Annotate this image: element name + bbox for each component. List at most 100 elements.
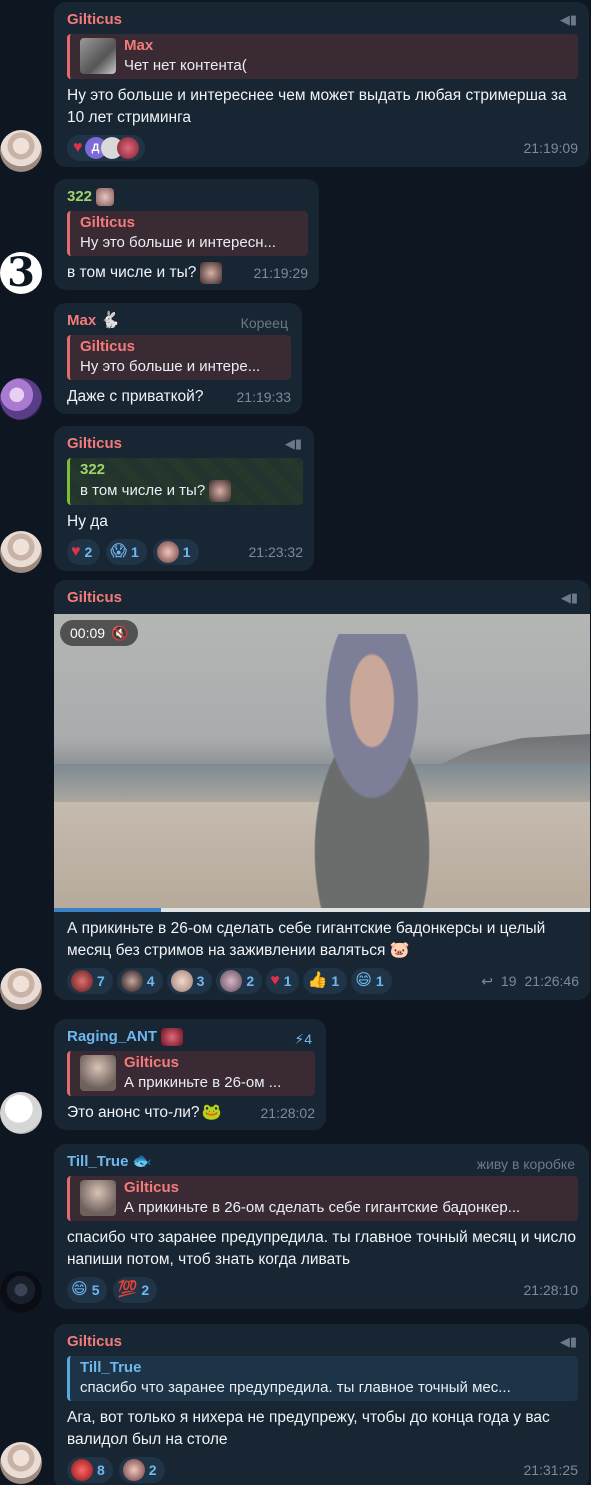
message-bubble[interactable]: Gilticus ◀▮ 00:09 🔇 А прикиньте в 26-ом с… bbox=[54, 580, 590, 1000]
message-text: Это анонс что-ли? bbox=[67, 1104, 200, 1121]
reaction-custom[interactable]: 3 bbox=[166, 968, 213, 994]
reaction-custom[interactable]: 7 bbox=[67, 968, 113, 994]
reaction-grin[interactable]: 😄 1 bbox=[351, 968, 392, 994]
sender-name[interactable]: Raging_ANT bbox=[67, 1027, 315, 1047]
reply-quote[interactable]: Gilticus Ну это больше и интересн... bbox=[67, 211, 308, 256]
message-row: Gilticus ◀▮ 00:09 🔇 А прикиньте в 26-ом с… bbox=[0, 580, 591, 1010]
megaphone-icon: ◀▮ bbox=[560, 590, 578, 605]
reaction-heart[interactable]: ♥ 2 bbox=[67, 539, 101, 565]
pepe-emoji-icon: 🐸 bbox=[201, 1104, 222, 1121]
user-avatar bbox=[116, 137, 139, 159]
boost-badge: ⚡4 bbox=[294, 1031, 312, 1047]
message-time: 21:28:02 bbox=[260, 1105, 316, 1121]
message-time: 21:19:09 bbox=[523, 140, 579, 156]
reaction-grin[interactable]: 😄 5 bbox=[67, 1277, 108, 1303]
avatar[interactable] bbox=[0, 1442, 42, 1484]
lightning-icon: ⚡ bbox=[294, 1031, 305, 1047]
megaphone-icon: ◀▮ bbox=[284, 436, 302, 451]
reply-thumbnail bbox=[80, 38, 116, 74]
avatar[interactable] bbox=[0, 968, 42, 1010]
reply-text: А прикиньте в 26-ом сделать себе гигантс… bbox=[124, 1199, 521, 1216]
reply-sender: Gilticus bbox=[80, 214, 136, 231]
message-bubble[interactable]: Till_True 🐟 живу в коробке Gilticus А при… bbox=[54, 1144, 589, 1309]
message-row: Till_True 🐟 живу в коробке Gilticus А при… bbox=[0, 1144, 591, 1314]
reply-text: Ну это больше и интере... bbox=[80, 358, 261, 375]
sender-name[interactable]: 322 bbox=[67, 187, 308, 207]
reaction-custom[interactable]: 2 bbox=[118, 1457, 165, 1483]
avatar[interactable] bbox=[0, 1092, 42, 1134]
message-time: 21:26:46 bbox=[524, 973, 580, 989]
emoji-status-icon bbox=[96, 188, 115, 206]
reaction-thumbs-up[interactable]: 👍 1 bbox=[303, 968, 348, 994]
message-row: Max 🐇 Кореец Gilticus Ну это больше и инт… bbox=[0, 302, 591, 420]
message-text: Ну да bbox=[67, 513, 108, 530]
sender-name[interactable]: Gilticus bbox=[67, 1332, 578, 1352]
message-bubble[interactable]: 322 Gilticus Ну это больше и интересн...… bbox=[54, 179, 319, 290]
reply-text: Чет нет контента( bbox=[124, 57, 247, 74]
megaphone-icon: ◀▮ bbox=[559, 1334, 577, 1349]
reaction-heart[interactable]: ♥ 1 bbox=[266, 968, 300, 994]
message-bubble[interactable]: Max 🐇 Кореец Gilticus Ну это больше и инт… bbox=[54, 303, 302, 414]
video-progress[interactable] bbox=[54, 908, 590, 912]
message-row: Gilticus ◀▮ 322 в том числе и ты? Ну да … bbox=[0, 425, 591, 575]
pig-emoji-icon: 🐷 bbox=[389, 942, 410, 959]
message-time: 21:19:33 bbox=[236, 389, 292, 405]
reaction-custom[interactable]: 4 bbox=[116, 968, 163, 994]
sender-name[interactable]: Gilticus bbox=[67, 10, 578, 30]
reply-quote[interactable]: Max Чет нет контента( bbox=[67, 34, 578, 79]
reaction-scream[interactable]: 😱 1 bbox=[106, 539, 147, 565]
reply-text: в том числе и ты? bbox=[80, 482, 206, 499]
message-row: Gilticus ◀▮ Till_True спасибо что заране… bbox=[0, 1324, 591, 1485]
reply-sender: 322 bbox=[80, 461, 106, 478]
reply-quote[interactable]: Gilticus А прикиньте в 26-ом ... bbox=[67, 1051, 315, 1096]
message-bubble[interactable]: Gilticus ◀▮ 322 в том числе и ты? Ну да … bbox=[54, 426, 314, 571]
message-row: Gilticus ◀▮ Max Чет нет контента( Ну это… bbox=[0, 0, 591, 174]
video-duration-badge[interactable]: 00:09 🔇 bbox=[60, 620, 139, 646]
message-time: 21:23:32 bbox=[248, 544, 304, 560]
reply-sender: Max bbox=[124, 37, 154, 54]
reply-quote[interactable]: 322 в том числе и ты? bbox=[67, 458, 303, 505]
message-text: А прикиньте в 26-ом сделать себе гигантс… bbox=[67, 920, 546, 959]
video-frame bbox=[272, 634, 472, 912]
avatar[interactable] bbox=[0, 378, 42, 420]
message-bubble[interactable]: Gilticus ◀▮ Till_True спасибо что заране… bbox=[54, 1324, 589, 1485]
sender-name[interactable]: Gilticus bbox=[67, 588, 579, 608]
admin-title: живу в коробке bbox=[476, 1156, 575, 1172]
avatar[interactable]: 3 bbox=[0, 252, 42, 294]
reaction-custom[interactable]: 2 bbox=[216, 968, 263, 994]
megaphone-icon: ◀▮ bbox=[559, 12, 577, 27]
message-time: 21:31:25 bbox=[523, 1462, 579, 1478]
message-text: спасибо что заранее предупредила. ты гла… bbox=[67, 1229, 577, 1268]
reaction-100[interactable]: 💯 2 bbox=[113, 1277, 158, 1303]
heart-icon: ♥ bbox=[73, 139, 83, 156]
message-text: Ага, вот только я нихера не предупрежу, … bbox=[67, 1409, 550, 1448]
avatar[interactable] bbox=[0, 130, 42, 172]
avatar[interactable] bbox=[0, 1271, 42, 1313]
message-time: 21:19:29 bbox=[253, 265, 309, 281]
reaction-custom[interactable]: 8 bbox=[67, 1457, 113, 1483]
message-text: Даже с приваткой? bbox=[67, 388, 204, 405]
message-row: 322 Gilticus Ну это больше и интересн...… bbox=[0, 178, 591, 296]
reply-quote[interactable]: Till_True спасибо что заранее предупреди… bbox=[67, 1356, 578, 1401]
reply-thumbnail bbox=[80, 1180, 116, 1216]
message-bubble[interactable]: Raging_ANT ⚡4 Gilticus А прикиньте в 26-… bbox=[54, 1019, 326, 1130]
message-time: 21:28:10 bbox=[523, 1282, 579, 1298]
reply-text: спасибо что заранее предупредила. ты гла… bbox=[80, 1379, 511, 1396]
reply-thumbnail bbox=[80, 1055, 116, 1091]
message-row: Raging_ANT ⚡4 Gilticus А прикиньте в 26-… bbox=[0, 1018, 591, 1140]
speaker-muted-icon[interactable]: 🔇 bbox=[111, 625, 128, 642]
video-player[interactable]: 00:09 🔇 bbox=[54, 614, 590, 912]
message-bubble[interactable]: Gilticus ◀▮ Max Чет нет контента( Ну это… bbox=[54, 2, 589, 167]
message-text: в том числе и ты? bbox=[67, 264, 197, 281]
reply-text: Ну это больше и интересн... bbox=[80, 234, 276, 251]
reply-quote[interactable]: Gilticus Ну это больше и интере... bbox=[67, 335, 291, 380]
sender-name[interactable]: Gilticus bbox=[67, 434, 303, 454]
reply-quote[interactable]: Gilticus А прикиньте в 26-ом сделать себ… bbox=[67, 1176, 578, 1221]
reaction-custom[interactable]: 1 bbox=[152, 539, 199, 565]
share-arrow-icon[interactable]: ↩ bbox=[481, 973, 493, 990]
avatar[interactable] bbox=[0, 531, 42, 573]
reply-sender: Gilticus bbox=[124, 1179, 180, 1196]
reaction-group[interactable]: ♥ Д bbox=[67, 135, 145, 161]
custom-emoji-icon bbox=[200, 262, 223, 284]
reply-sender: Gilticus bbox=[124, 1054, 180, 1071]
